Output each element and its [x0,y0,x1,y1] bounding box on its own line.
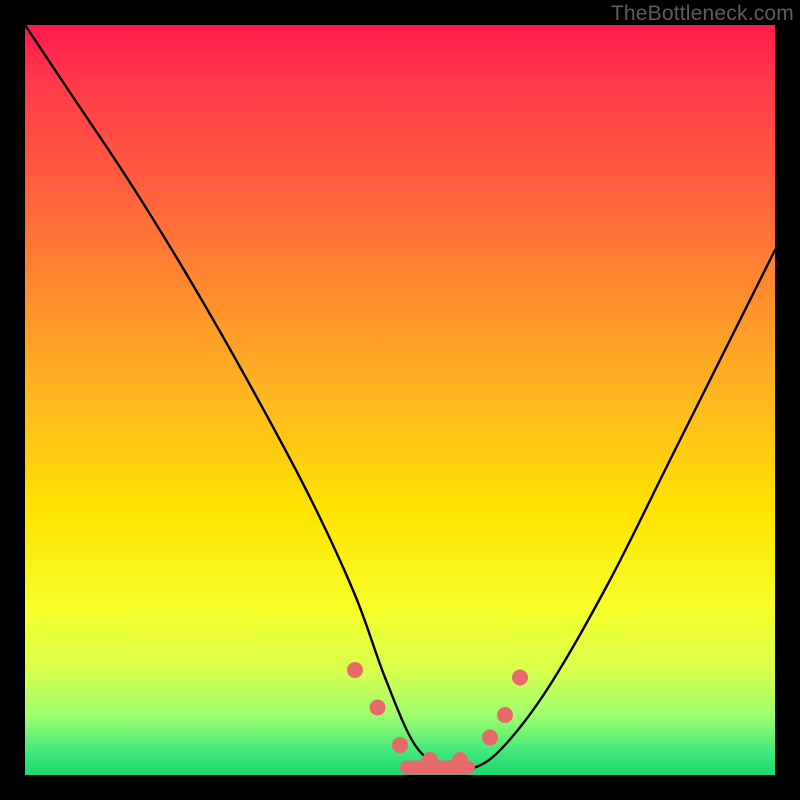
marker-dot [482,730,498,746]
marker-dot [497,707,513,723]
marker-dot [347,662,363,678]
chart-frame: TheBottleneck.com [0,0,800,800]
marker-dot [370,700,386,716]
plot-area [25,25,775,775]
attribution-label: TheBottleneck.com [611,2,794,26]
marker-dot [392,737,408,753]
marker-dot [422,752,438,768]
bottleneck-curve [25,25,775,770]
marker-group [347,662,528,775]
marker-dot [512,670,528,686]
marker-dot [452,752,468,768]
curve-svg [25,25,775,775]
